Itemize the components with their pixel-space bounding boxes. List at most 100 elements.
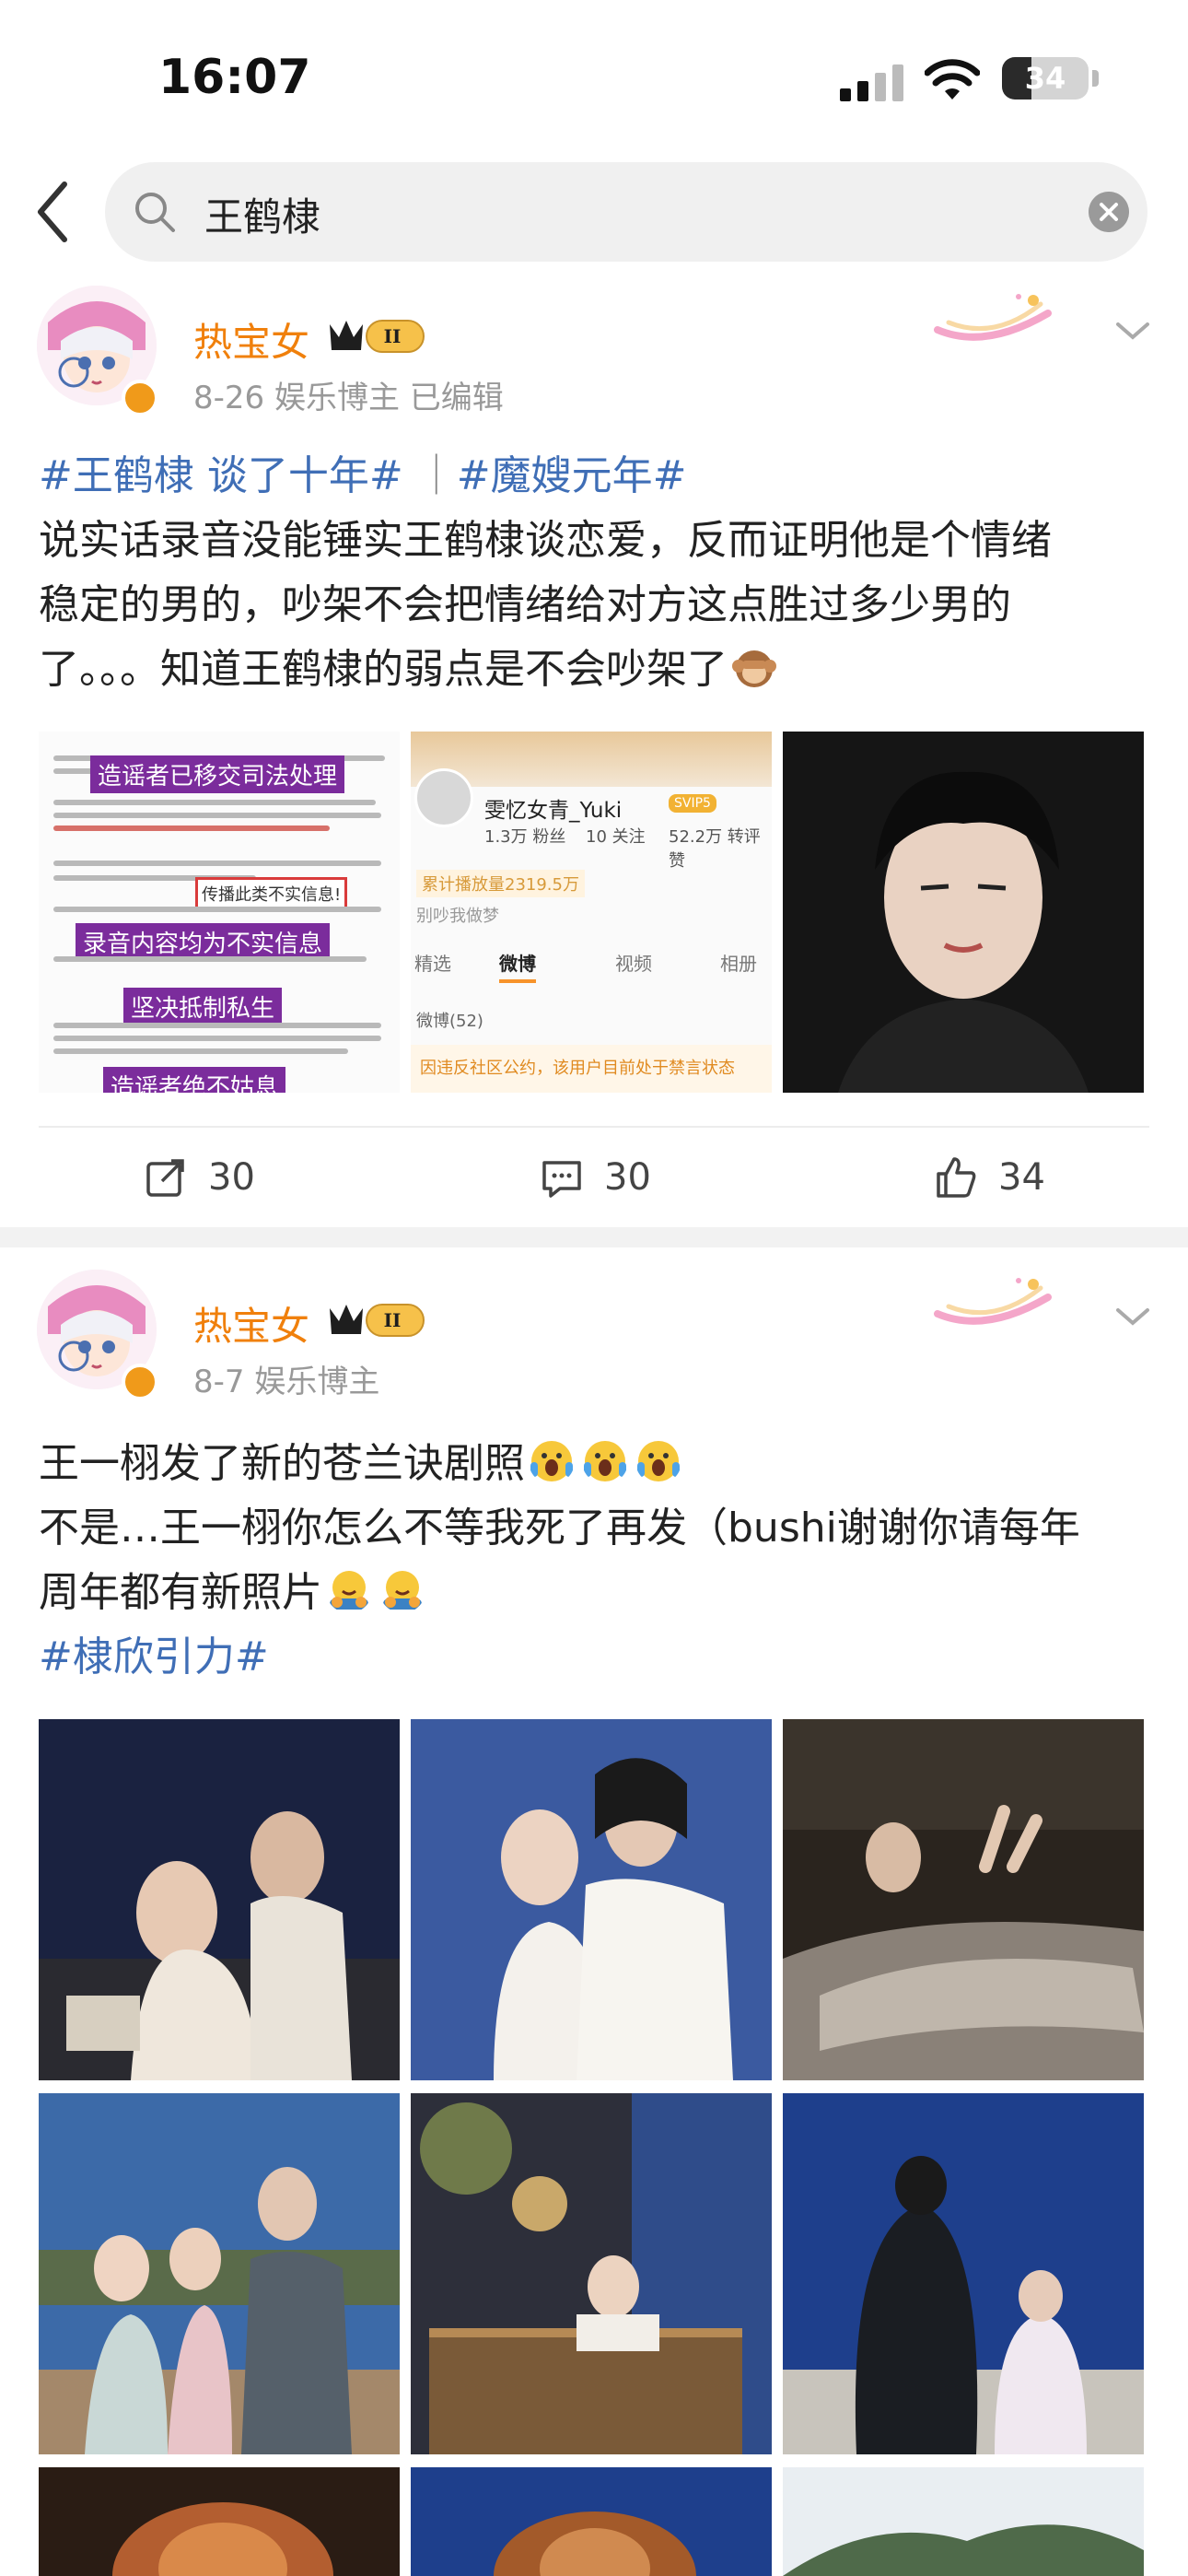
profile-tab: 精选 bbox=[414, 953, 451, 975]
post-card: 热宝女 II 8-7 娱乐博主 王一栩发了新的苍兰诀剧照 不是…王一栩你怎么不等… bbox=[0, 1262, 1188, 2576]
profile-weibo-count: 微博(52) bbox=[416, 1012, 483, 1031]
divider bbox=[39, 1126, 1149, 1128]
svip-badge: SVIP5 bbox=[669, 794, 716, 813]
back-arrow-icon[interactable] bbox=[28, 177, 83, 247]
battery-icon: 34 bbox=[1002, 57, 1089, 100]
image-caption: 造谣者已移交司法处理 bbox=[90, 755, 345, 793]
level-crown-icon: II bbox=[330, 320, 425, 353]
post-meta: 8-26 娱乐博主 已编辑 bbox=[193, 380, 504, 416]
post-body: 王一栩发了新的苍兰诀剧照 不是…王一栩你怎么不等我死了再发（bushi谢谢你请每… bbox=[39, 1432, 1153, 1690]
post-image[interactable] bbox=[411, 2467, 772, 2576]
profile-avatar bbox=[414, 768, 473, 827]
wifi-icon bbox=[925, 59, 980, 100]
repost-icon bbox=[146, 1159, 184, 1197]
profile-likes: 52.2万 转评赞 bbox=[669, 827, 761, 871]
post-tags: #王鹤棣 谈了十年# ｜#魔嫂元年# bbox=[39, 452, 687, 499]
monkey-emoji-icon bbox=[732, 650, 776, 687]
drama-still-photo bbox=[411, 1719, 772, 2080]
verified-badge-icon bbox=[122, 380, 158, 416]
post-text-line: 王一栩发了新的苍兰诀剧照 bbox=[39, 1432, 1153, 1496]
post-image[interactable] bbox=[783, 732, 1144, 1093]
drama-still-photo bbox=[783, 1719, 1144, 2080]
like-button[interactable]: 34 bbox=[934, 1131, 1045, 1224]
clear-search-icon[interactable] bbox=[1089, 192, 1129, 232]
hashtag-link[interactable]: #棣欣引力# bbox=[39, 1625, 1153, 1690]
post-actions: 30 30 34 bbox=[0, 1131, 1188, 1224]
post-image[interactable]: 雯忆女青_Yuki SVIP5 1.3万 粉丝 10 关注 52.2万 转评赞 … bbox=[411, 732, 772, 1093]
drama-still-photo bbox=[411, 2093, 772, 2454]
sparkle-decoration-icon bbox=[934, 294, 1052, 341]
level-crown-icon: II bbox=[330, 1304, 425, 1337]
drama-still-photo bbox=[783, 2093, 1144, 2454]
post-separator bbox=[0, 1227, 1188, 1247]
post-image[interactable] bbox=[39, 2467, 400, 2576]
profile-tabs: 精选 微博 视频 相册 bbox=[411, 949, 772, 986]
post-image[interactable] bbox=[39, 2093, 400, 2454]
post-image[interactable] bbox=[39, 1719, 400, 2080]
image-caption: 坚决抵制私生 bbox=[123, 988, 283, 1025]
verified-badge-icon bbox=[122, 1364, 158, 1400]
post-text-line: 说实话录音没能锤实王鹤棣谈恋爱，反而证明他是个情绪 bbox=[39, 517, 1052, 564]
profile-fans: 1.3万 粉丝 bbox=[484, 827, 566, 847]
battery-cap bbox=[1092, 70, 1099, 87]
cellular-signal-icon bbox=[840, 64, 903, 101]
chevron-down-icon[interactable] bbox=[1112, 1303, 1153, 1330]
comment-count: 30 bbox=[604, 1156, 651, 1199]
hug-emoji-icon bbox=[383, 1571, 422, 1610]
screaming-emoji-icon bbox=[637, 1441, 680, 1481]
profile-ban-notice: 因违反社区公约，该用户目前处于禁言状态 bbox=[411, 1045, 772, 1093]
post-image[interactable] bbox=[783, 1719, 1144, 2080]
hashtag-link[interactable]: #王鹤棣 谈了十年# bbox=[39, 452, 403, 499]
image-caption: 造谣者绝不姑息 bbox=[103, 1067, 286, 1093]
repost-count: 30 bbox=[208, 1156, 255, 1199]
profile-tab-active: 微博 bbox=[499, 949, 536, 983]
post-text: 了。。。知道王鹤棣的弱点是不会吵架了 bbox=[39, 646, 728, 693]
repost-button[interactable]: 30 bbox=[144, 1131, 255, 1224]
profile-name: 雯忆女青_Yuki bbox=[484, 799, 623, 823]
profile-tab: 视频 bbox=[615, 953, 652, 975]
post-image[interactable] bbox=[783, 2093, 1144, 2454]
comment-button[interactable]: 30 bbox=[540, 1131, 651, 1224]
post-text: 周年都有新照片 bbox=[39, 1569, 322, 1616]
post-image[interactable] bbox=[411, 1719, 772, 2080]
post-body: #王鹤棣 谈了十年# ｜#魔嫂元年# 说实话录音没能锤实王鹤棣谈恋爱，反而证明他… bbox=[39, 444, 1153, 702]
image-caption: 录音内容均为不实信息 bbox=[76, 923, 331, 961]
status-time: 16:07 bbox=[158, 50, 311, 105]
level-badge-text: II bbox=[384, 1309, 402, 1331]
post-username[interactable]: 热宝女 bbox=[193, 311, 309, 368]
post-card: 热宝女 II 8-26 娱乐博主 已编辑 #王鹤棣 谈了十年# ｜#魔嫂元年# … bbox=[0, 276, 1188, 1225]
comment-icon bbox=[542, 1161, 581, 1198]
profile-bio: 别吵我做梦 bbox=[416, 907, 499, 926]
search-header: 王鹤棣 bbox=[0, 158, 1188, 265]
drama-still-photo bbox=[39, 2093, 400, 2454]
search-query: 王鹤棣 bbox=[204, 194, 321, 240]
search-input[interactable]: 王鹤棣 bbox=[105, 162, 1147, 262]
hug-emoji-icon bbox=[330, 1571, 368, 1610]
drama-still-photo bbox=[39, 1719, 400, 2080]
hashtag-link[interactable]: #魔嫂元年# bbox=[457, 452, 687, 499]
image-redbox-text: 传播此类不实信息! bbox=[195, 877, 348, 910]
battery-percent: 34 bbox=[1024, 61, 1066, 96]
post-text-line: 不是…王一栩你怎么不等我死了再发（bushi谢谢你请每年 bbox=[39, 1505, 1080, 1551]
post-image[interactable] bbox=[783, 2467, 1144, 2576]
post-username[interactable]: 热宝女 bbox=[193, 1295, 309, 1352]
profile-follow: 10 关注 bbox=[586, 827, 646, 847]
chevron-down-icon[interactable] bbox=[1112, 317, 1153, 345]
search-icon bbox=[135, 193, 175, 232]
drama-still-photo bbox=[39, 2467, 400, 2576]
drama-still-photo bbox=[411, 2467, 772, 2576]
profile-cumulative-views: 累计播放量2319.5万 bbox=[416, 870, 585, 897]
portrait-photo bbox=[783, 732, 1144, 1093]
post-text-line-last: 了。。。知道王鹤棣的弱点是不会吵架了 bbox=[39, 638, 1153, 702]
post-text-line: 稳定的男的，吵架不会把情绪给对方这点胜过多少男的 bbox=[39, 581, 1011, 628]
post-text-line: 周年都有新照片 bbox=[39, 1561, 1153, 1625]
post-meta: 8-7 娱乐博主 bbox=[193, 1364, 380, 1400]
sparkle-decoration-icon bbox=[934, 1278, 1052, 1325]
post-text: 王一栩发了新的苍兰诀剧照 bbox=[39, 1440, 525, 1487]
status-bar: 16:07 34 bbox=[0, 0, 1188, 157]
thumbs-up-icon bbox=[937, 1157, 976, 1198]
screaming-emoji-icon bbox=[530, 1441, 573, 1481]
post-image[interactable]: 造谣者已移交司法处理 传播此类不实信息! 录音内容均为不实信息 坚决抵制私生 造… bbox=[39, 732, 400, 1093]
post-image[interactable] bbox=[411, 2093, 772, 2454]
screaming-emoji-icon bbox=[584, 1441, 626, 1481]
